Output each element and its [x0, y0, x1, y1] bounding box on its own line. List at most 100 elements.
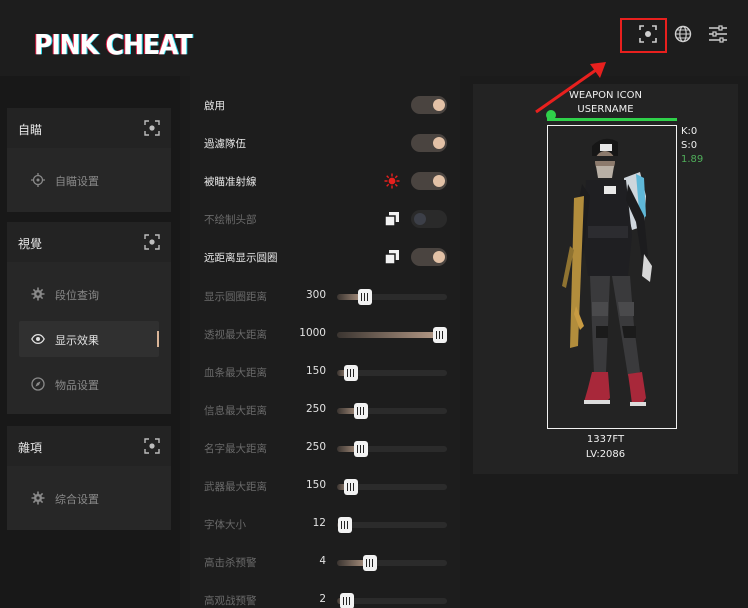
- range-slider[interactable]: [337, 555, 447, 571]
- sliders-icon[interactable]: [706, 22, 730, 46]
- section-header[interactable]: 雜項: [7, 426, 171, 466]
- slider-thumb[interactable]: [433, 327, 447, 343]
- range-slider[interactable]: [337, 593, 447, 608]
- eye-icon: [31, 333, 45, 345]
- slider-value: 150: [305, 479, 326, 491]
- slider-thumb[interactable]: [354, 441, 369, 457]
- sidebar-item-rank-lookup[interactable]: 段位查询: [19, 276, 159, 312]
- slider-fill: [337, 332, 440, 338]
- sidebar-item-label: 综合设置: [55, 493, 99, 506]
- setting-label: 啟用: [204, 100, 225, 112]
- sidebar-item-display-effects[interactable]: 显示效果: [19, 321, 159, 357]
- no-head-toggle[interactable]: [411, 210, 447, 228]
- gear-icon: [31, 287, 45, 301]
- gear-icon: [31, 491, 45, 505]
- weapon-label: WEAPON ICON: [569, 90, 642, 101]
- range-slider[interactable]: [337, 517, 447, 533]
- setting-label: 远距离显示圆圈: [204, 252, 278, 264]
- crosshair-icon: [31, 173, 45, 187]
- section-body: 段位查询 显示效果 物品设置: [7, 262, 171, 414]
- slider-row: 血条最大距离 150: [190, 360, 460, 384]
- enable-toggle[interactable]: [411, 96, 447, 114]
- esp-preview: WEAPON ICON USERNAME K:0 S:0 1.89 1337FT…: [473, 84, 738, 474]
- globe-icon[interactable]: [671, 22, 695, 46]
- section-aimbot: 自瞄 自瞄设置: [7, 108, 171, 212]
- distance-circle-toggle[interactable]: [411, 248, 447, 266]
- slider-value: 250: [305, 403, 326, 415]
- slider-thumb[interactable]: [337, 517, 352, 533]
- slider-value: 150: [305, 365, 326, 377]
- slider-thumb[interactable]: [357, 289, 372, 305]
- setting-label: 信息最大距离: [204, 405, 267, 417]
- sidebar-item-aim-settings[interactable]: 自瞄设置: [19, 162, 159, 198]
- slider-value: 1000: [299, 327, 326, 339]
- slider-thumb[interactable]: [344, 479, 359, 495]
- level-label: LV:2086: [585, 449, 626, 460]
- setting-label: 显示圆圈距离: [204, 291, 267, 303]
- kills-label: K:0: [681, 126, 698, 137]
- sidebar-item-label: 显示效果: [55, 334, 99, 347]
- slider-row: 字体大小 12: [190, 512, 460, 536]
- sidebar-item-item-settings[interactable]: 物品设置: [19, 366, 159, 402]
- player-box: [547, 125, 677, 429]
- setting-label: 字体大小: [204, 519, 246, 531]
- setting-label: 高观战预警: [204, 595, 257, 607]
- slider-value: 300: [305, 289, 326, 301]
- toggle-row-aimed-ray: 被瞄准射線: [190, 169, 460, 193]
- range-slider[interactable]: [337, 441, 447, 457]
- slider-row: 高观战预警 2: [190, 588, 460, 608]
- section-body: 自瞄设置: [7, 148, 171, 212]
- sidebar-item-general-settings[interactable]: 综合设置: [19, 480, 159, 516]
- setting-label: 透视最大距离: [204, 329, 267, 341]
- range-slider[interactable]: [337, 289, 447, 305]
- screenshot-icon: [144, 438, 160, 454]
- range-slider[interactable]: [337, 403, 447, 419]
- sidebar: 自瞄 自瞄设置 視覺 段位查询 显示效果 物品设置 雜項 综合设置: [0, 76, 180, 608]
- username-label: USERNAME: [577, 104, 634, 115]
- sidebar-item-label: 自瞄设置: [55, 175, 99, 188]
- range-slider[interactable]: [337, 365, 447, 381]
- section-visual: 視覺 段位查询 显示效果 物品设置: [7, 222, 171, 414]
- copy-icon[interactable]: [384, 249, 400, 265]
- section-title: 雜項: [18, 441, 43, 455]
- toggle-row-enable: 啟用: [190, 93, 460, 117]
- copy-icon[interactable]: [384, 211, 400, 227]
- setting-label: 名字最大距离: [204, 443, 267, 455]
- filter-team-toggle[interactable]: [411, 134, 447, 152]
- app-logo: PINK CHEAT: [34, 28, 192, 61]
- slider-thumb[interactable]: [363, 555, 377, 571]
- toggle-row-no-head: 不绘制头部: [190, 207, 460, 231]
- slider-row: 高击杀预警 4: [190, 550, 460, 574]
- distance-label: 1337FT: [586, 434, 625, 445]
- slider-thumb[interactable]: [354, 403, 369, 419]
- sidebar-item-label: 段位查询: [55, 289, 99, 302]
- range-slider[interactable]: [337, 327, 447, 343]
- range-slider[interactable]: [337, 479, 447, 495]
- slider-thumb[interactable]: [344, 365, 359, 381]
- section-header[interactable]: 視覺: [7, 222, 171, 262]
- highlight-box: [620, 18, 667, 53]
- setting-label: 血条最大距离: [204, 367, 267, 379]
- section-title: 自瞄: [18, 123, 43, 137]
- sidebar-item-label: 物品设置: [55, 379, 99, 392]
- slider-value: 2: [319, 593, 326, 605]
- sun-icon[interactable]: [384, 173, 400, 189]
- section-body: 综合设置: [7, 466, 171, 530]
- slider-row: 名字最大距离 250: [190, 436, 460, 460]
- slider-thumb[interactable]: [339, 593, 354, 608]
- toggle-row-filter-team: 過濾隊伍: [190, 131, 460, 155]
- slider-value: 12: [312, 517, 326, 529]
- setting-label: 不绘制头部: [204, 214, 257, 226]
- slider-value: 4: [319, 555, 326, 567]
- aimed-ray-toggle[interactable]: [411, 172, 447, 190]
- section-title: 視覺: [18, 237, 43, 251]
- header: PINK CHEAT: [0, 0, 748, 76]
- setting-label: 武器最大距离: [204, 481, 267, 493]
- setting-label: 被瞄准射線: [204, 176, 257, 188]
- section-header[interactable]: 自瞄: [7, 108, 171, 148]
- screenshot-icon: [144, 234, 160, 250]
- screenshot-icon: [144, 120, 160, 136]
- setting-label: 高击杀预警: [204, 557, 257, 569]
- kd-label: 1.89: [681, 154, 704, 165]
- slider-value: 250: [305, 441, 326, 453]
